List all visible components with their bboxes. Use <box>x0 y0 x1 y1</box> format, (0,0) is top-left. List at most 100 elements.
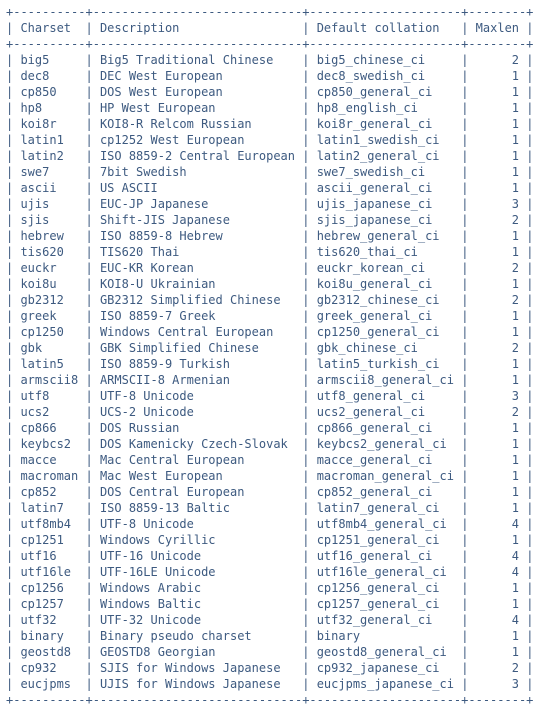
cell-maxlen: 1 <box>476 485 519 499</box>
cell-description: ISO 8859-8 Hebrew <box>100 229 295 243</box>
cell-collation: koi8u_general_ci <box>317 277 454 291</box>
cell-charset: eucjpms <box>20 677 78 691</box>
cell-collation: ujis_japanese_ci <box>317 197 454 211</box>
cell-maxlen: 4 <box>476 613 519 627</box>
cell-collation: hebrew_general_ci <box>317 229 454 243</box>
cell-collation: armscii8_general_ci <box>317 373 454 387</box>
cell-description: EUC-JP Japanese <box>100 197 295 211</box>
cell-maxlen: 3 <box>476 197 519 211</box>
cell-description: ISO 8859-2 Central European <box>100 149 295 163</box>
cell-collation: latin1_swedish_ci <box>317 133 454 147</box>
table-row: | koi8r | KOI8-R Relcom Russian | koi8r_… <box>6 116 544 132</box>
table-row: | latin1 | cp1252 West European | latin1… <box>6 132 544 148</box>
cell-maxlen: 1 <box>476 421 519 435</box>
cell-maxlen: 1 <box>476 469 519 483</box>
cell-maxlen: 4 <box>476 565 519 579</box>
cell-maxlen: 1 <box>476 309 519 323</box>
cell-charset: latin7 <box>20 501 78 515</box>
cell-description: UTF-32 Unicode <box>100 613 295 627</box>
cell-description: KOI8-R Relcom Russian <box>100 117 295 131</box>
cell-description: UCS-2 Unicode <box>100 405 295 419</box>
cell-charset: latin5 <box>20 357 78 371</box>
cell-collation: hp8_english_ci <box>317 101 454 115</box>
cell-collation: cp1257_general_ci <box>317 597 454 611</box>
table-separator: +----------+----------------------------… <box>6 4 544 20</box>
cell-maxlen: 1 <box>476 245 519 259</box>
table-row: | ujis | EUC-JP Japanese | ujis_japanese… <box>6 196 544 212</box>
table-row: | gbk | GBK Simplified Chinese | gbk_chi… <box>6 340 544 356</box>
cell-maxlen: 2 <box>476 213 519 227</box>
table-row: | geostd8 | GEOSTD8 Georgian | geostd8_g… <box>6 644 544 660</box>
cell-charset: cp932 <box>20 661 78 675</box>
table-row: | keybcs2 | DOS Kamenicky Czech-Slovak |… <box>6 436 544 452</box>
cell-maxlen: 1 <box>476 501 519 515</box>
table-row: | greek | ISO 8859-7 Greek | greek_gener… <box>6 308 544 324</box>
cell-collation: macroman_general_ci <box>317 469 454 483</box>
table-row: | sjis | Shift-JIS Japanese | sjis_japan… <box>6 212 544 228</box>
cell-collation: utf16_general_ci <box>317 549 454 563</box>
table-row: | euckr | EUC-KR Korean | euckr_korean_c… <box>6 260 544 276</box>
cell-description: Windows Arabic <box>100 581 295 595</box>
cell-collation: euckr_korean_ci <box>317 261 454 275</box>
cell-maxlen: 4 <box>476 517 519 531</box>
cell-maxlen: 1 <box>476 645 519 659</box>
table-row: | utf32 | UTF-32 Unicode | utf32_general… <box>6 612 544 628</box>
table-row: | cp1257 | Windows Baltic | cp1257_gener… <box>6 596 544 612</box>
cell-description: UTF-8 Unicode <box>100 389 295 403</box>
table-row: | utf8 | UTF-8 Unicode | utf8_general_ci… <box>6 388 544 404</box>
cell-description: UTF-16LE Unicode <box>100 565 295 579</box>
cell-maxlen: 2 <box>476 341 519 355</box>
cell-description: Mac Central European <box>100 453 295 467</box>
cell-maxlen: 1 <box>476 165 519 179</box>
cell-collation: utf32_general_ci <box>317 613 454 627</box>
cell-maxlen: 1 <box>476 581 519 595</box>
cell-maxlen: 1 <box>476 533 519 547</box>
cell-description: cp1252 West European <box>100 133 295 147</box>
table-row: | swe7 | 7bit Swedish | swe7_swedish_ci … <box>6 164 544 180</box>
table-separator: +----------+----------------------------… <box>6 36 544 52</box>
cell-collation: cp1250_general_ci <box>317 325 454 339</box>
cell-description: ISO 8859-13 Baltic <box>100 501 295 515</box>
table-row: | eucjpms | UJIS for Windows Japanese | … <box>6 676 544 692</box>
table-row: | binary | Binary pseudo charset | binar… <box>6 628 544 644</box>
cell-charset: cp850 <box>20 85 78 99</box>
cell-maxlen: 1 <box>476 325 519 339</box>
cell-collation: cp852_general_ci <box>317 485 454 499</box>
cell-description: Mac West European <box>100 469 295 483</box>
cell-description: DOS Kamenicky Czech-Slovak <box>100 437 295 451</box>
table-row: | utf16 | UTF-16 Unicode | utf16_general… <box>6 548 544 564</box>
cell-description: ARMSCII-8 Armenian <box>100 373 295 387</box>
cell-maxlen: 1 <box>476 229 519 243</box>
table-separator: +----------+----------------------------… <box>6 692 544 708</box>
table-row: | ascii | US ASCII | ascii_general_ci | … <box>6 180 544 196</box>
cell-charset: hp8 <box>20 101 78 115</box>
table-row: | cp850 | DOS West European | cp850_gene… <box>6 84 544 100</box>
cell-charset: binary <box>20 629 78 643</box>
cell-charset: koi8u <box>20 277 78 291</box>
table-row: | cp866 | DOS Russian | cp866_general_ci… <box>6 420 544 436</box>
cell-maxlen: 1 <box>476 101 519 115</box>
table-row: | latin5 | ISO 8859-9 Turkish | latin5_t… <box>6 356 544 372</box>
table-row: | utf8mb4 | UTF-8 Unicode | utf8mb4_gene… <box>6 516 544 532</box>
cell-description: EUC-KR Korean <box>100 261 295 275</box>
cell-charset: koi8r <box>20 117 78 131</box>
table-row: | hp8 | HP West European | hp8_english_c… <box>6 100 544 116</box>
cell-collation: sjis_japanese_ci <box>317 213 454 227</box>
cell-charset: euckr <box>20 261 78 275</box>
cell-charset: gb2312 <box>20 293 78 307</box>
table-row: | hebrew | ISO 8859-8 Hebrew | hebrew_ge… <box>6 228 544 244</box>
table-row: | dec8 | DEC West European | dec8_swedis… <box>6 68 544 84</box>
cell-collation: cp932_japanese_ci <box>317 661 454 675</box>
cell-charset: sjis <box>20 213 78 227</box>
table-row: | cp1250 | Windows Central European | cp… <box>6 324 544 340</box>
table-row: | cp1251 | Windows Cyrillic | cp1251_gen… <box>6 532 544 548</box>
cell-charset: macroman <box>20 469 78 483</box>
cell-charset: utf8mb4 <box>20 517 78 531</box>
cell-maxlen: 1 <box>476 277 519 291</box>
cell-collation: big5_chinese_ci <box>317 53 454 67</box>
table-header: | Charset | Description | Default collat… <box>6 20 544 36</box>
cell-charset: latin1 <box>20 133 78 147</box>
cell-description: KOI8-U Ukrainian <box>100 277 295 291</box>
cell-collation: utf8_general_ci <box>317 389 454 403</box>
cell-description: Windows Cyrillic <box>100 533 295 547</box>
